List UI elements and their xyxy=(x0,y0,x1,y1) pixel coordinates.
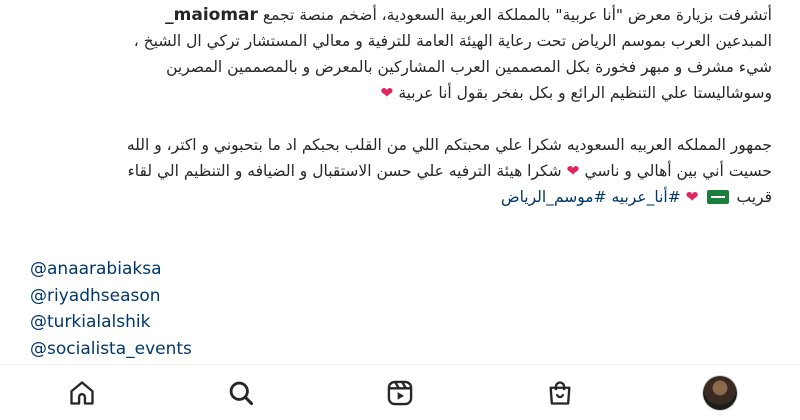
mention-socialista-events[interactable]: @socialista_events xyxy=(30,336,192,363)
caption-text-6a: حسيت أني بين أهالي و ناسي xyxy=(584,162,772,180)
profile-avatar xyxy=(703,376,737,410)
post-caption: أتشرفت بزيارة معرض "أنا عربية" بالمملكة … xyxy=(30,2,772,210)
saudi-flag-icon xyxy=(706,190,729,204)
hashtag-riyadh-season[interactable]: #موسم_الرياض xyxy=(501,188,607,206)
mentions-list: @anaarabiaksa @riyadhseason @turkialalsh… xyxy=(30,256,192,362)
heart-icon: ❤ xyxy=(685,188,699,206)
caption-line-5: جمهور المملكه العربيه السعوديه شكرا علي … xyxy=(126,136,772,154)
caption-line-4: وسوشاليستا علي التنظيم الرائع و بكل بفخر… xyxy=(30,80,772,106)
caption-line-3: شيء مشرف و مبهر فخورة بكل المصممين العرب… xyxy=(166,58,772,76)
mention-turkialalshik[interactable]: @turkialalshik xyxy=(30,309,192,336)
search-button[interactable] xyxy=(221,373,261,413)
home-button[interactable] xyxy=(62,373,102,413)
reels-icon xyxy=(387,380,413,406)
caption-text-4: وسوشاليستا علي التنظيم الرائع و بكل بفخر… xyxy=(398,84,772,102)
mention-anaarabiaksa[interactable]: @anaarabiaksa xyxy=(30,256,192,283)
caption-username[interactable]: maiomar_ xyxy=(165,5,258,25)
shop-icon xyxy=(549,381,571,405)
caption-line-6: حسيت أني بين أهالي و ناسي ❤ شكرا هيئة ال… xyxy=(30,158,772,184)
mention-riyadhseason[interactable]: @riyadhseason xyxy=(30,283,192,310)
caption-line-1: أتشرفت بزيارة معرض "أنا عربية" بالمملكة … xyxy=(30,2,772,28)
caption-text-6b: شكرا هيئة الترفيه علي حسن الاستقبال و ال… xyxy=(127,162,562,180)
shop-button[interactable] xyxy=(540,373,580,413)
search-icon xyxy=(229,381,254,406)
hashtag-ana-arabia[interactable]: #أنا_عربيه xyxy=(612,188,681,206)
profile-button[interactable] xyxy=(700,373,740,413)
caption-text-7: قريب xyxy=(736,188,773,206)
instagram-post-screen: أتشرفت بزيارة معرض "أنا عربية" بالمملكة … xyxy=(0,0,800,420)
home-icon xyxy=(70,381,94,405)
caption-text-1: أتشرفت بزيارة معرض "أنا عربية" بالمملكة … xyxy=(262,6,772,24)
heart-icon: ❤ xyxy=(566,162,580,180)
caption-line-2: المبدعين العرب بموسم الرياض تحت رعاية ال… xyxy=(133,32,772,50)
heart-icon: ❤ xyxy=(380,84,394,102)
bottom-navigation-bar xyxy=(0,364,800,420)
reels-button[interactable] xyxy=(380,373,420,413)
caption-line-7: قريب ❤ #أنا_عربيه #موسم_الرياض xyxy=(30,184,772,210)
